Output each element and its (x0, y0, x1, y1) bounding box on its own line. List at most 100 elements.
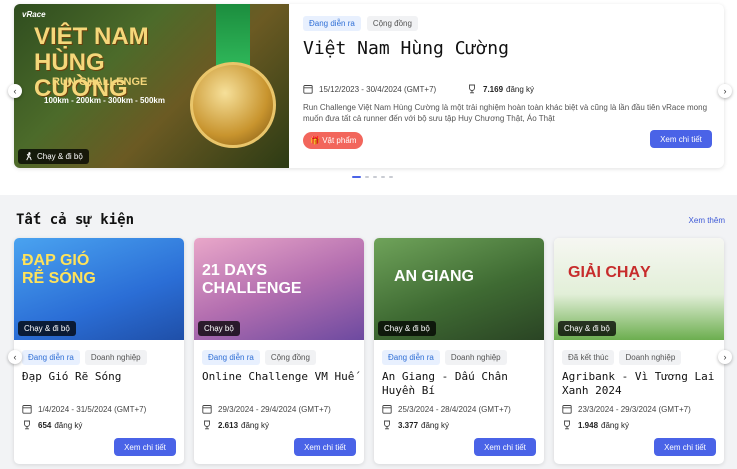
featured-banner: vRace VIỆT NAM HÙNG CƯỜNG RUN CHALLENGE … (0, 0, 737, 195)
view-details-button[interactable]: Xem chi tiết (654, 438, 716, 456)
prize-badge: 🎁 Vật phẩm (303, 132, 364, 149)
event-registrations: 654 đăng ký (22, 420, 82, 430)
section-title: Tất cả sự kiện (16, 212, 135, 228)
featured-event-details: Đang diễn ra Cộng đồng Việt Nam Hùng Cườ… (303, 4, 724, 168)
event-list: ĐẠP GIÓ RẼ SÓNG Chạy & đi bộ Đang diễn r… (14, 238, 724, 464)
sport-tag: Chạy & đi bộ (18, 149, 89, 164)
view-details-button[interactable]: Xem chi tiết (294, 438, 356, 456)
featured-event-title[interactable]: Việt Nam Hùng Cường (303, 38, 509, 59)
registered-count: 654 (38, 420, 52, 430)
trophy-icon (204, 420, 210, 430)
category-badge: Doanh nghiệp (619, 350, 682, 365)
event-image[interactable]: AN GIANG Chạy & đi bộ (374, 238, 544, 340)
event-date-text: 23/3/2024 - 29/3/2024 (GMT+7) (578, 404, 691, 414)
event-image[interactable]: 21 DAYS CHALLENGE Chạy bộ (194, 238, 364, 340)
image-distances: 100km - 200km - 300km - 500km (44, 96, 165, 105)
image-brand: vRace (22, 10, 46, 19)
carousel-pagination (352, 176, 393, 178)
event-title[interactable]: Agribank - Vì Tương Lai Xanh 2024 (562, 370, 718, 398)
featured-event-image[interactable]: vRace VIỆT NAM HÙNG CƯỜNG RUN CHALLENGE … (14, 4, 289, 168)
event-title[interactable]: An Giang - Dấu Chân Huyền Bí (382, 370, 538, 398)
list-prev-button[interactable]: ‹ (8, 350, 22, 364)
sport-tag-label: Chạy & đi bộ (37, 152, 83, 161)
trophy-icon (469, 84, 475, 94)
carousel-dot[interactable] (389, 176, 393, 178)
registered-count: 7.169 (483, 84, 504, 94)
calendar-icon (202, 405, 212, 414)
featured-event-description: Run Challenge Việt Nam Hùng Cường là một… (303, 103, 708, 123)
trophy-icon (384, 420, 390, 430)
chevron-right-icon: › (723, 352, 727, 362)
registered-label: đăng ký (506, 84, 535, 94)
event-date: 29/3/2024 - 29/4/2024 (GMT+7) (202, 404, 331, 414)
registered-count: 2.613 (218, 420, 239, 430)
sport-tag: Chạy & đi bộ (558, 321, 616, 336)
event-card[interactable]: AN GIANG Chạy & đi bộ Đang diễn ra Doanh… (374, 238, 544, 464)
image-subtitle: RUN CHALLENGE (52, 76, 148, 88)
medal-graphic (190, 62, 276, 148)
event-card[interactable]: 21 DAYS CHALLENGE Chạy bộ Đang diễn ra C… (194, 238, 364, 464)
event-image-title: GIẢI CHẠY (568, 264, 651, 281)
event-image-title: ĐẠP GIÓ RẼ SÓNG (22, 252, 96, 287)
sport-tag: Chạy & đi bộ (378, 321, 436, 336)
sport-tag: Chạy & đi bộ (18, 321, 76, 336)
calendar-icon (303, 85, 313, 94)
event-registrations: 1.948 đăng ký (562, 420, 629, 430)
event-card[interactable]: ĐẠP GIÓ RẼ SÓNG Chạy & đi bộ Đang diễn r… (14, 238, 184, 464)
medal-ribbon (216, 4, 250, 68)
event-registrations: 3.377 đăng ký (382, 420, 449, 430)
category-badge: Doanh nghiệp (84, 350, 147, 365)
status-badge: Đang diễn ra (303, 16, 361, 31)
registered-label: đăng ký (241, 420, 270, 430)
trophy-icon (24, 420, 30, 430)
view-details-button[interactable]: Xem chi tiết (474, 438, 536, 456)
event-date: 15/12/2023 - 30/4/2024 (GMT+7) (303, 84, 436, 94)
category-badge: Cộng đồng (264, 350, 316, 365)
carousel-prev-button[interactable]: ‹ (8, 84, 22, 98)
registered-label: đăng ký (421, 420, 450, 430)
view-details-button[interactable]: Xem chi tiết (650, 130, 712, 148)
calendar-icon (562, 405, 572, 414)
calendar-icon (22, 405, 32, 414)
event-image[interactable]: ĐẠP GIÓ RẼ SÓNG Chạy & đi bộ (14, 238, 184, 340)
carousel-dot[interactable] (352, 176, 361, 178)
event-image-title: 21 DAYS CHALLENGE (202, 262, 302, 297)
carousel-next-button[interactable]: › (718, 84, 732, 98)
carousel-dot[interactable] (381, 176, 385, 178)
chevron-right-icon: › (723, 86, 727, 96)
runner-icon (26, 152, 32, 161)
see-more-link[interactable]: Xem thêm (689, 216, 725, 225)
event-date-text: 15/12/2023 - 30/4/2024 (GMT+7) (319, 84, 437, 94)
registered-count: 1.948 (578, 420, 599, 430)
trophy-icon (564, 420, 570, 430)
event-image[interactable]: GIẢI CHẠY Chạy & đi bộ (554, 238, 724, 340)
status-badge: Đã kết thúc (562, 350, 615, 365)
view-details-button[interactable]: Xem chi tiết (114, 438, 176, 456)
event-registrations: 7.169 đăng ký (467, 84, 534, 94)
registered-count: 3.377 (398, 420, 419, 430)
event-date-text: 1/4/2024 - 31/5/2024 (GMT+7) (38, 404, 147, 414)
registered-label: đăng ký (54, 420, 83, 430)
status-badge: Đang diễn ra (382, 350, 440, 365)
chevron-left-icon: ‹ (13, 352, 17, 362)
carousel-dot[interactable] (365, 176, 369, 178)
event-image-title: AN GIANG (394, 268, 474, 285)
list-next-button[interactable]: › (718, 350, 732, 364)
registered-label: đăng ký (601, 420, 630, 430)
gift-icon: 🎁 (310, 136, 320, 145)
featured-event-card[interactable]: vRace VIỆT NAM HÙNG CƯỜNG RUN CHALLENGE … (14, 4, 724, 168)
event-card[interactable]: GIẢI CHẠY Chạy & đi bộ Đã kết thúc Doanh… (554, 238, 724, 464)
status-badge: Đang diễn ra (202, 350, 260, 365)
sport-tag: Chạy bộ (198, 321, 240, 336)
event-title[interactable]: Online Challenge VM Huế (202, 370, 358, 384)
event-title[interactable]: Đạp Gió Rẽ Sóng (22, 370, 178, 384)
event-date: 25/3/2024 - 28/4/2024 (GMT+7) (382, 404, 511, 414)
category-badge: Cộng đồng (366, 16, 418, 31)
event-date: 1/4/2024 - 31/5/2024 (GMT+7) (22, 404, 146, 414)
chevron-left-icon: ‹ (13, 86, 17, 96)
event-date: 23/3/2024 - 29/3/2024 (GMT+7) (562, 404, 691, 414)
event-date-text: 29/3/2024 - 29/4/2024 (GMT+7) (218, 404, 331, 414)
image-title: VIỆT NAM HÙNG CƯỜNG (34, 23, 149, 102)
category-badge: Doanh nghiệp (444, 350, 507, 365)
carousel-dot[interactable] (373, 176, 377, 178)
